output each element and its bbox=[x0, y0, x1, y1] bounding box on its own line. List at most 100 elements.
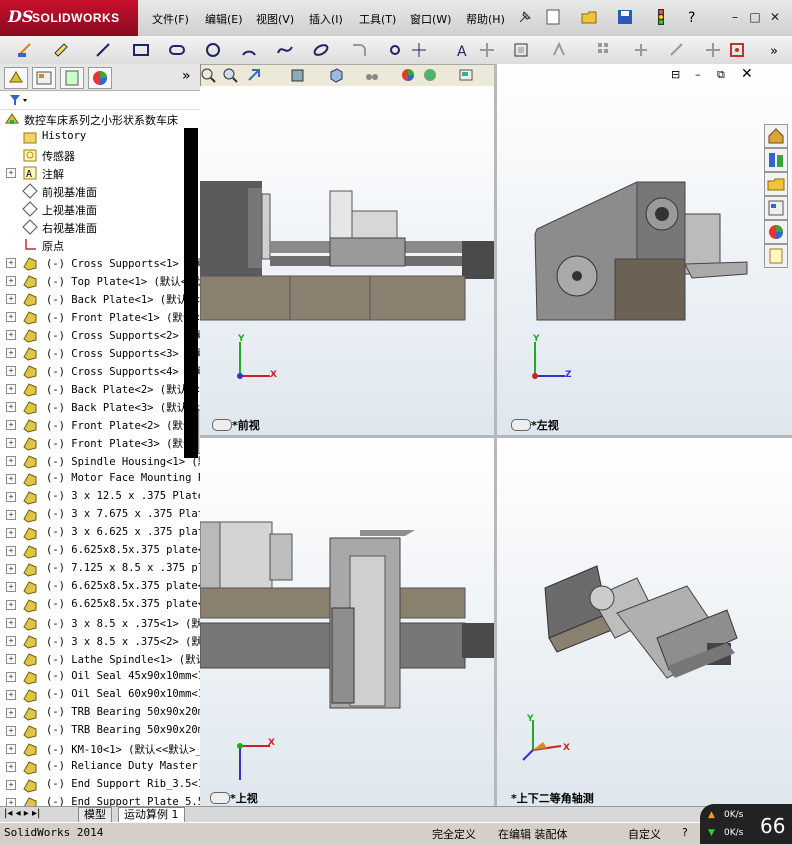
tree-part-item[interactable]: + (-) Top Plate<1> (默认<<默 bbox=[0, 272, 200, 290]
menu-tools[interactable]: 工具(T) bbox=[359, 11, 396, 27]
expand-toggle[interactable]: + bbox=[6, 618, 16, 628]
tree-part-item[interactable]: + (-) Front Plate<3> (默认<< bbox=[0, 434, 200, 452]
text-icon[interactable]: A bbox=[454, 41, 472, 59]
tree-part-item[interactable]: + (-) TRB Bearing 50x90x20mm bbox=[0, 722, 200, 740]
viewport-dimetric[interactable]: Y X *上下二等角轴测 bbox=[497, 438, 792, 806]
maximize-button[interactable]: □ bbox=[748, 10, 762, 24]
menu-file[interactable]: 文件(F) bbox=[152, 11, 189, 27]
tree-part-item[interactable]: + (-) Oil Seal 45x90x10mm<1> bbox=[0, 668, 200, 686]
property-manager-tab-icon[interactable] bbox=[32, 67, 56, 89]
tree-part-item[interactable]: + (-) Back Plate<3> (默认<<默 bbox=[0, 398, 200, 416]
help-question-icon[interactable]: ? bbox=[684, 8, 702, 26]
expand-toggle[interactable]: + bbox=[6, 492, 16, 502]
expand-toggle[interactable]: + bbox=[6, 636, 16, 646]
tree-part-item[interactable]: + (-) 7.125 x 8.5 x .375 pla bbox=[0, 560, 200, 578]
trim-icon[interactable] bbox=[478, 41, 496, 59]
tree-part-item[interactable]: + (-) Front Plate<2> (默认<< bbox=[0, 416, 200, 434]
tree-part-item[interactable]: + (-) Back Plate<1> (默认<<默 bbox=[0, 290, 200, 308]
display-manager-tab-icon[interactable] bbox=[88, 67, 112, 89]
ellipse-icon[interactable] bbox=[312, 41, 330, 59]
expand-toggle[interactable]: + bbox=[6, 564, 16, 574]
expand-toggle[interactable]: + bbox=[6, 420, 16, 430]
menu-help[interactable]: 帮助(H) bbox=[466, 11, 505, 27]
toolbar-overflow-icon[interactable]: » bbox=[768, 41, 786, 59]
point-icon[interactable] bbox=[386, 41, 404, 59]
smart-dimension-icon[interactable] bbox=[52, 41, 70, 59]
repair-sketch-icon[interactable] bbox=[704, 41, 722, 59]
expand-toggle[interactable]: + bbox=[6, 312, 16, 322]
close-button[interactable]: ✕ bbox=[768, 10, 782, 24]
expand-toggle[interactable]: + bbox=[6, 438, 16, 448]
appearances-icon[interactable] bbox=[764, 220, 788, 244]
rebuild-traffic-light-icon[interactable] bbox=[652, 8, 670, 26]
filter-icon[interactable] bbox=[8, 93, 30, 107]
expand-toggle[interactable]: + bbox=[6, 582, 16, 592]
mirror-icon[interactable] bbox=[550, 41, 568, 59]
expand-toggle[interactable]: + bbox=[6, 726, 16, 736]
status-units[interactable]: 自定义 bbox=[628, 826, 661, 842]
tree-part-item[interactable]: + (-) Cross Supports<3> (默认 bbox=[0, 344, 200, 362]
view-settings-icon[interactable] bbox=[458, 67, 474, 83]
zoom-area-icon[interactable] bbox=[222, 67, 238, 83]
save-icon[interactable] bbox=[616, 8, 634, 26]
tree-part-item[interactable]: + (-) Cross Supports<4> (默认 bbox=[0, 362, 200, 380]
sketch-icon[interactable] bbox=[16, 41, 34, 59]
expand-toggle[interactable]: + bbox=[6, 546, 16, 556]
expand-toggle[interactable]: + bbox=[6, 780, 16, 790]
viewport-front[interactable]: Y X *前视 bbox=[200, 86, 494, 435]
tree-item-front-plane[interactable]: 前视基准面 bbox=[0, 182, 200, 200]
display-relations-icon[interactable] bbox=[668, 41, 686, 59]
viewport-top[interactable]: X *上视 bbox=[200, 438, 494, 806]
tree-part-item[interactable]: + (-) 6.625x8.5x.375 plate<1 bbox=[0, 542, 200, 560]
expand-toggle[interactable]: + bbox=[6, 672, 16, 682]
view-palette-icon[interactable] bbox=[764, 196, 788, 220]
tree-item-annotations[interactable]: + A 注解 bbox=[0, 164, 200, 182]
rectangle-icon[interactable] bbox=[132, 41, 150, 59]
expand-toggle[interactable]: + bbox=[6, 690, 16, 700]
arc-icon[interactable] bbox=[240, 41, 258, 59]
tree-part-item[interactable]: + (-) Back Plate<2> (默认<<默 bbox=[0, 380, 200, 398]
link-views-icon[interactable] bbox=[511, 419, 531, 431]
feature-tree-tab-icon[interactable] bbox=[4, 67, 28, 89]
tab-nav-arrows-icon[interactable]: |◂ ◂ ▸ ▸| bbox=[4, 808, 40, 819]
expand-toggle[interactable]: + bbox=[6, 168, 16, 178]
tree-part-item[interactable]: + (-) Oil Seal 60x90x10mm<1> bbox=[0, 686, 200, 704]
viewport-divider-horizontal[interactable] bbox=[200, 435, 792, 438]
tree-part-item[interactable]: + (-) 3 x 8.5 x .375<1> (默认 bbox=[0, 614, 200, 632]
link-views-icon[interactable] bbox=[210, 792, 230, 804]
expand-toggle[interactable]: + bbox=[6, 402, 16, 412]
panel-expand-icon[interactable]: » bbox=[182, 68, 191, 84]
pattern-icon[interactable] bbox=[596, 41, 614, 59]
viewport-left[interactable]: ⊟ – ⧉ ✕ Y Z *左视 bbox=[497, 64, 792, 435]
fillet-icon[interactable] bbox=[350, 41, 368, 59]
expand-toggle[interactable]: + bbox=[6, 654, 16, 664]
menu-edit[interactable]: 编辑(E) bbox=[205, 11, 243, 27]
expand-toggle[interactable]: + bbox=[6, 600, 16, 610]
centerline-icon[interactable] bbox=[410, 41, 428, 59]
file-explorer-icon[interactable] bbox=[764, 172, 788, 196]
tree-scrollbar[interactable] bbox=[184, 128, 198, 458]
expand-toggle[interactable]: + bbox=[6, 510, 16, 520]
menu-view[interactable]: 视图(V) bbox=[256, 11, 294, 27]
spline-icon[interactable] bbox=[276, 41, 294, 59]
tree-part-item[interactable]: + (-) TRB Bearing 50x90x20mm bbox=[0, 704, 200, 722]
section-view-icon[interactable] bbox=[290, 67, 306, 83]
tree-item-sensors[interactable]: 传感器 bbox=[0, 146, 200, 164]
view-orientation-icon[interactable] bbox=[328, 67, 344, 83]
tree-item-origin[interactable]: 原点 bbox=[0, 236, 200, 254]
solidworks-logo[interactable]: DS SOLIDWORKS bbox=[0, 0, 138, 36]
tree-part-item[interactable]: + (-) 3 x 6.625 x .375 plate bbox=[0, 524, 200, 542]
tree-part-item[interactable]: + (-) KM-10<1> (默认<<默认>_ bbox=[0, 740, 200, 758]
link-views-icon[interactable] bbox=[212, 419, 232, 431]
offset-icon[interactable] bbox=[512, 41, 530, 59]
display-style-icon[interactable] bbox=[364, 67, 380, 83]
expand-toggle[interactable]: + bbox=[6, 330, 16, 340]
expand-toggle[interactable]: + bbox=[6, 708, 16, 718]
slot-icon[interactable] bbox=[168, 41, 186, 59]
expand-toggle[interactable]: + bbox=[6, 294, 16, 304]
previous-view-icon[interactable] bbox=[246, 67, 262, 83]
menu-window[interactable]: 窗口(W) bbox=[410, 11, 451, 27]
pin-icon[interactable] bbox=[516, 8, 534, 26]
tree-part-item[interactable]: + (-) 6.625x8.5x.375 plate<2 bbox=[0, 578, 200, 596]
expand-toggle[interactable]: + bbox=[6, 456, 16, 466]
